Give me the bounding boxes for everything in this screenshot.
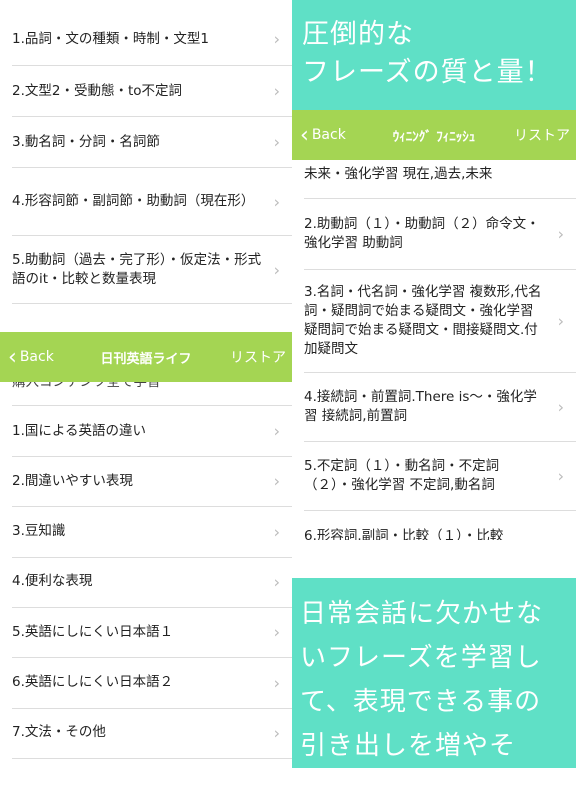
- list-item[interactable]: 1.国による英語の違い ›: [0, 406, 292, 456]
- right-screen: 未来・強化学習 現在,過去,未来 2.助動詞（１）・助動詞（２）命令文・強化学習…: [292, 110, 576, 540]
- list-item[interactable]: 2.助動詞（１）・助動詞（２）命令文・強化学習 助動詞 ›: [292, 199, 576, 269]
- chevron-right-icon: ›: [273, 192, 280, 211]
- divider: [12, 303, 292, 304]
- list-item[interactable]: 4.接続詞・前置詞.There is〜・強化学習 接続詞,前置詞 ›: [292, 373, 576, 441]
- list-item[interactable]: 2.文型2・受動態・to不定詞 ›: [0, 66, 292, 116]
- list-item[interactable]: 3.名詞・代名詞・強化学習 複数形,代名詞・疑問詞で始まる疑問文・強化学習 疑問…: [292, 270, 576, 372]
- list-item[interactable]: 4.形容詞節・副詞節・助動詞（現在形） ›: [0, 168, 292, 235]
- list-item[interactable]: 3.動名詞・分詞・名詞節 ›: [0, 117, 292, 167]
- list-item[interactable]: 5.英語にしにくい日本語１ ›: [0, 607, 292, 657]
- chevron-right-icon: ›: [273, 260, 280, 279]
- list-item[interactable]: 5.不定詞（１）・動名詞・不定詞（２）・強化学習 不定詞,動名詞 ›: [292, 442, 576, 510]
- nav-bar: ‹ Back ｳｨﾆﾝｸﾞ ﾌｨﾆｯｼｭ リストア: [292, 110, 576, 160]
- list-item[interactable]: 2.間違いやすい表現 ›: [0, 456, 292, 506]
- chevron-right-icon: ›: [273, 81, 280, 101]
- list-item[interactable]: 3.豆知識 ›: [0, 507, 292, 557]
- nav-bar: ‹ Back 日刊英語ライフ リストア: [0, 332, 292, 382]
- divider: [304, 510, 576, 511]
- chevron-right-icon: ›: [273, 673, 280, 692]
- list-item[interactable]: 6.英語にしにくい日本語２ ›: [0, 658, 292, 708]
- chevron-right-icon: ›: [273, 132, 280, 152]
- restore-button[interactable]: リストア: [514, 125, 570, 145]
- chevron-right-icon: ›: [557, 397, 564, 417]
- chevron-right-icon: ›: [557, 466, 564, 486]
- restore-button[interactable]: リストア: [230, 347, 286, 367]
- chevron-right-icon: ›: [557, 311, 564, 331]
- list-item[interactable]: 5.助動詞（過去・完了形）・仮定法・形式語のit・比較と数量表現 ›: [0, 236, 292, 303]
- chevron-right-icon: ›: [273, 522, 280, 542]
- chevron-right-icon: ›: [273, 29, 280, 49]
- list-item[interactable]: 1.品詞・文の種類・時制・文型1 ›: [0, 14, 292, 64]
- list-item[interactable]: 7.文法・その他 ›: [0, 708, 292, 758]
- list-item-partial[interactable]: 6.形容詞.副詞・比較（１）・比較: [292, 526, 576, 541]
- chevron-right-icon: ›: [557, 224, 564, 244]
- promo-banner-bottom: 日常会話に欠かせないフレーズを学習して、表現できる事の引き出しを増やそう！: [292, 578, 576, 805]
- list-item-partial[interactable]: 未来・強化学習 現在,過去,未来: [292, 160, 576, 188]
- list-item[interactable]: 4.便利な表現 ›: [0, 557, 292, 607]
- chevron-right-icon: ›: [273, 572, 280, 592]
- divider: [12, 757, 292, 759]
- left-bottom-screen: 購入コンテンツ全て学習 ‹Back 日刊英語ライフ リストア 1.国による英語の…: [0, 332, 292, 768]
- chevron-right-icon: ›: [273, 421, 280, 441]
- chevron-right-icon: ›: [273, 471, 280, 491]
- chevron-right-icon: ›: [273, 622, 280, 642]
- left-top-list: 1.品詞・文の種類・時制・文型1 › 2.文型2・受動態・to不定詞 › 3.動名詞…: [0, 0, 292, 332]
- chevron-right-icon: ›: [273, 723, 280, 743]
- promo-banner-top: 圧倒的な フレーズの質と量！: [292, 0, 576, 110]
